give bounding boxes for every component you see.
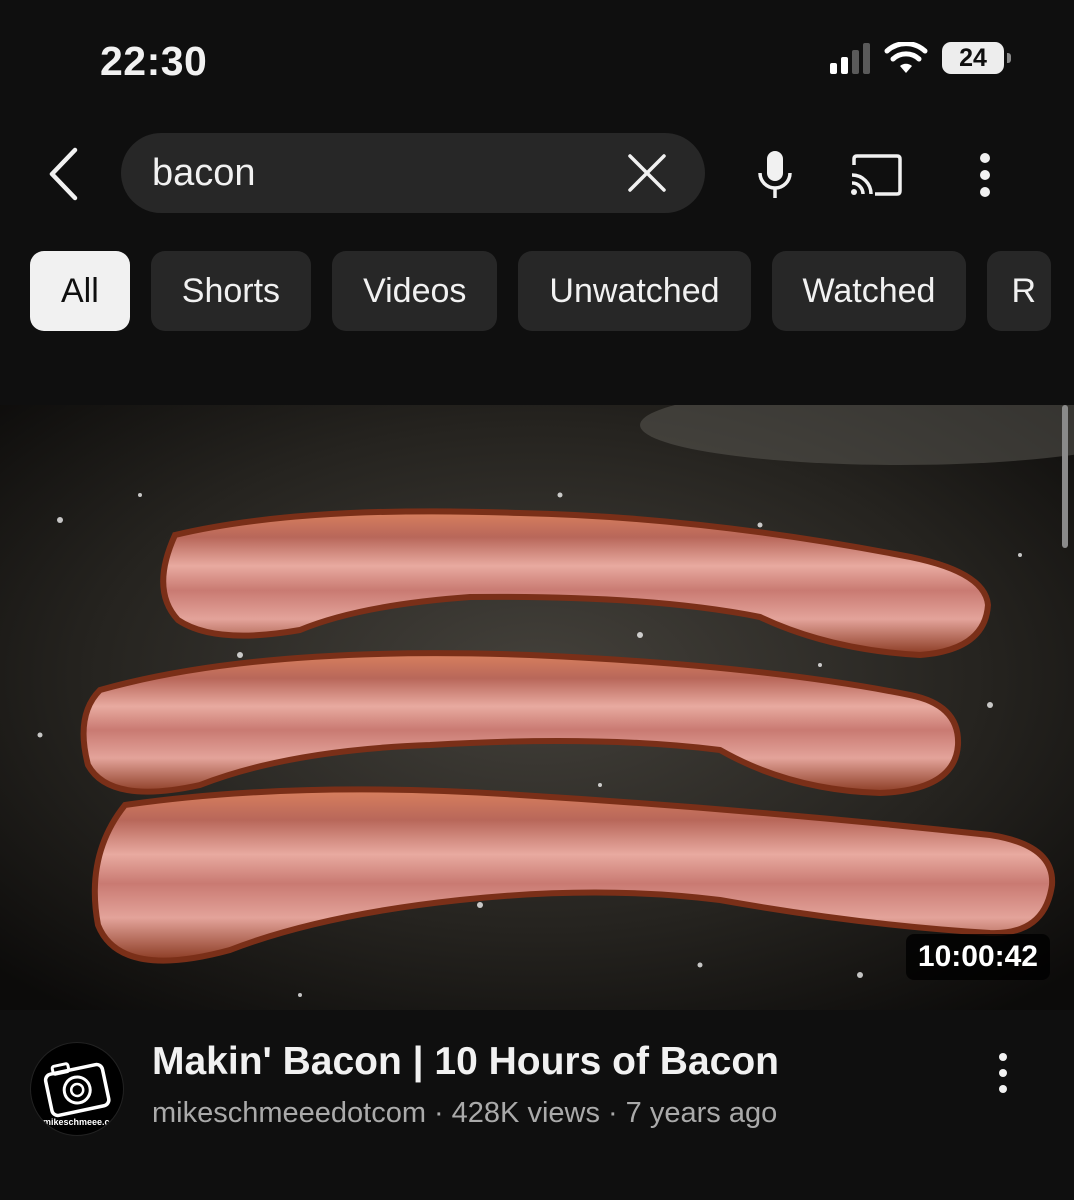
- chip-unwatched[interactable]: Unwatched: [518, 251, 751, 331]
- search-input[interactable]: bacon: [121, 133, 705, 213]
- filter-chips: All Shorts Videos Unwatched Watched R: [30, 251, 1052, 331]
- clear-search-button[interactable]: [617, 143, 677, 203]
- chip-recently-uploaded[interactable]: R: [987, 251, 1052, 331]
- chip-shorts[interactable]: Shorts: [150, 251, 312, 331]
- view-count: 428K views: [451, 1097, 600, 1129]
- upload-age: 7 years ago: [625, 1097, 778, 1129]
- chip-watched[interactable]: Watched: [771, 251, 967, 331]
- microphone-icon: [758, 151, 792, 198]
- avatar-caption: mikeschmeee.c: [43, 1117, 110, 1127]
- search-query[interactable]: bacon: [152, 152, 617, 195]
- cast-button[interactable]: [845, 145, 905, 205]
- video-thumbnail[interactable]: 10:00:42: [0, 405, 1074, 1010]
- close-icon: [628, 154, 666, 192]
- back-button[interactable]: [38, 142, 88, 206]
- video-duration: 10:00:42: [905, 934, 1050, 980]
- chip-all[interactable]: All: [30, 251, 130, 331]
- video-title[interactable]: Makin' Bacon | 10 Hours of Bacon: [152, 1040, 779, 1084]
- more-vertical-icon: [980, 153, 990, 197]
- battery-level: 24: [959, 43, 987, 72]
- more-vertical-icon: [999, 1053, 1007, 1093]
- bacon-strips-image: [0, 405, 1074, 1010]
- video-metadata: mikeschmeeedotcom · 428K views · 7 years ago: [152, 1097, 777, 1130]
- cellular-signal-icon: [830, 42, 870, 74]
- chip-videos[interactable]: Videos: [332, 251, 498, 331]
- chevron-left-icon: [49, 147, 78, 201]
- scrollbar[interactable]: [1062, 405, 1068, 548]
- video-action-menu-button[interactable]: [975, 1045, 1031, 1101]
- voice-search-button[interactable]: [745, 145, 805, 205]
- meta-separator: ·: [434, 1097, 444, 1129]
- status-indicators: 24: [830, 42, 1011, 74]
- cast-icon: [851, 154, 902, 196]
- wifi-icon: [884, 42, 928, 73]
- battery-icon: 24: [942, 42, 1011, 74]
- meta-separator: ·: [607, 1097, 618, 1129]
- status-time: 22:30: [100, 38, 208, 84]
- more-options-button[interactable]: [955, 145, 1015, 205]
- channel-name[interactable]: mikeschmeeedotcom: [152, 1097, 426, 1129]
- channel-avatar[interactable]: mikeschmeee.c: [30, 1042, 124, 1136]
